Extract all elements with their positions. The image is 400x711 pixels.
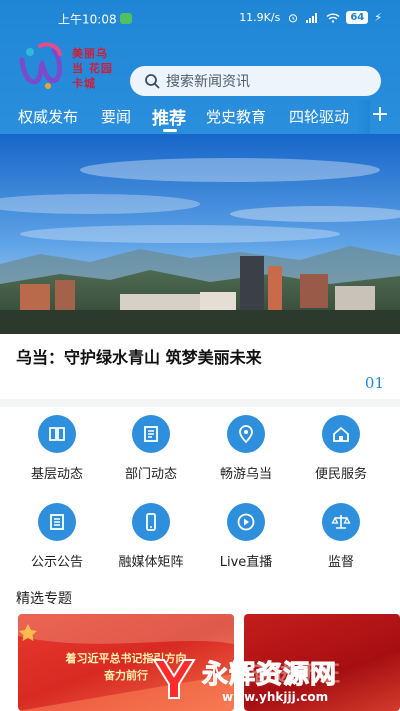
grid-item-services[interactable]: 便民服务 — [296, 415, 386, 482]
grid-label: 公示公告 — [30, 555, 83, 570]
watermark-url: www.yhkjjj.com — [222, 690, 329, 704]
watermark: 永辉资源网 www.yhkjjj.com — [150, 654, 400, 711]
active-tab-indicator — [163, 129, 177, 132]
grid-label: 便民服务 — [314, 467, 367, 482]
phone-icon — [132, 503, 170, 541]
home-icon — [322, 415, 360, 453]
grid-item-tourism[interactable]: 畅游乌当 — [201, 415, 291, 482]
status-time: 上午10:08 — [58, 12, 117, 27]
grid-label: 畅游乌当 — [219, 467, 272, 482]
play-icon — [227, 503, 265, 541]
channel-tabs: 权威发布 要闻 推荐 党史教育 四轮驱动 — [0, 100, 400, 134]
featured-section-title: 精选专题 — [16, 591, 72, 607]
logo-text: 美丽乌当 花园卡城 — [72, 47, 113, 90]
hero-image — [0, 134, 400, 334]
watermark-text: 永辉资源网 — [201, 660, 338, 691]
search-bar[interactable]: 搜索新闻资讯 — [130, 66, 381, 96]
status-bar: 上午10:08 11.9K/s 64 ⚡ — [0, 0, 400, 30]
search-icon — [145, 74, 160, 89]
tab-authority-release[interactable]: 权威发布 — [18, 106, 78, 127]
tab-four-wheel-drive[interactable]: 四轮驱动 — [289, 106, 349, 127]
charging-icon: ⚡ — [374, 11, 382, 24]
grid-label: Live直播 — [219, 555, 273, 570]
tab-headlines[interactable]: 要闻 — [101, 106, 131, 127]
grid-label: 融媒体矩阵 — [118, 555, 184, 570]
alarm-icon — [289, 13, 298, 22]
grid-item-departments[interactable]: 部门动态 — [106, 415, 196, 482]
hero-banner[interactable] — [0, 134, 400, 334]
watermark-logo-icon — [152, 659, 196, 699]
scales-icon — [322, 503, 360, 541]
hero-caption[interactable]: 乌当：守护绿水青山 筑梦美丽未来 — [16, 344, 262, 368]
location-pin-icon — [227, 415, 265, 453]
signal-icon — [306, 12, 318, 23]
grid-item-grassroots[interactable]: 基层动态 — [12, 415, 102, 482]
grid-item-supervision[interactable]: 监督 — [296, 503, 386, 570]
search-placeholder: 搜索新闻资讯 — [166, 74, 250, 90]
wechat-notification-icon — [120, 13, 132, 24]
grid-label: 基层动态 — [30, 467, 83, 482]
list-icon — [38, 503, 76, 541]
newspaper-icon — [132, 415, 170, 453]
tab-recommended[interactable]: 推荐 — [152, 104, 186, 129]
brand-logo[interactable]: 美丽乌当 花园卡城 — [18, 38, 118, 92]
wifi-icon — [326, 13, 340, 23]
section-divider — [0, 399, 400, 407]
tabs-fade — [356, 100, 370, 134]
grid-item-notices[interactable]: 公示公告 — [12, 503, 102, 570]
tab-party-history[interactable]: 党史教育 — [206, 106, 266, 127]
hero-page-index: 01 — [364, 374, 384, 392]
book-icon — [38, 415, 76, 453]
grid-label: 监督 — [327, 555, 354, 570]
app-header: 上午10:08 11.9K/s 64 ⚡ 美丽乌当 花园卡城 搜索新闻资讯 权威… — [0, 0, 400, 134]
logo-emblem — [19, 42, 63, 89]
grid-item-media-matrix[interactable]: 融媒体矩阵 — [106, 503, 196, 570]
status-indicators: 11.9K/s 64 ⚡ — [239, 11, 382, 24]
grid-label: 部门动态 — [124, 467, 177, 482]
add-channel-button[interactable]: + — [370, 104, 390, 128]
network-speed: 11.9K/s — [239, 11, 281, 24]
grid-item-live[interactable]: Live直播 — [201, 503, 291, 570]
battery-icon: 64 — [346, 11, 369, 24]
